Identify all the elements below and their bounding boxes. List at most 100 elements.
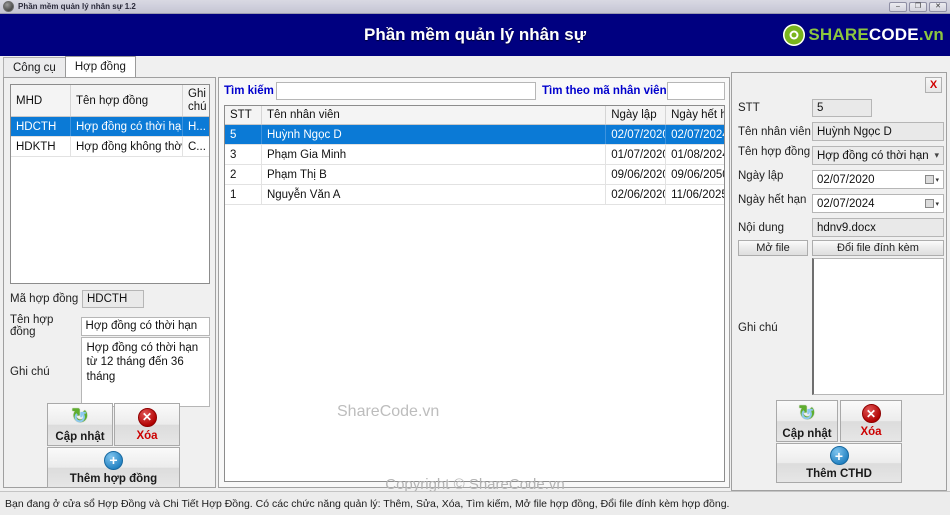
column-header-ngay-lap[interactable]: Ngày lập [606,106,667,124]
delete-circle-icon: ✕ [137,407,157,427]
column-header-ghi-chu[interactable]: Ghi chú [183,85,209,116]
input-ten-nhan-vien[interactable]: Huỳnh Ngọc D [812,122,944,141]
datepicker-ngay-het-han[interactable]: 02/07/2024 ▾ [812,194,944,213]
input-ma-hop-dong[interactable]: HDCTH [82,290,144,308]
update-button[interactable]: Cập nhật [776,400,838,442]
change-file-button-label: Đổi file đính kèm [837,242,919,254]
table-row[interactable]: 2 Phạm Thị B 09/06/2020 09/06/2050 [225,165,724,185]
table-row[interactable]: 1 Nguyễn Văn A 02/06/2020 11/06/2025 [225,185,724,205]
close-icon: ✕ [935,3,941,10]
update-button-label: Cập nhật [55,431,105,443]
window-title: Phần mềm quản lý nhân sự 1.2 [18,2,136,11]
cell-ten-hop-dong: Hợp đồng có thời hạn [71,117,183,136]
table-row[interactable]: 3 Phạm Gia Minh 01/07/2020 01/08/2024 [225,145,724,165]
cell-ngay-lap: 09/06/2020 [606,165,667,184]
tab-cong-cu-label: Công cụ [13,61,56,74]
cell-stt: 1 [225,185,262,204]
field-noi-dung: Nội dung hdnv9.docx [738,218,944,237]
field-stt: STT 5 [738,99,944,117]
column-header-ten-hop-dong[interactable]: Tên hợp đồng [71,85,183,116]
tab-cong-cu[interactable]: Công cụ [3,57,66,77]
maximize-button[interactable]: ❐ [909,1,927,12]
watermark-sharecode: ShareCode.vn [337,403,440,420]
textarea-ghi-chu[interactable] [812,258,944,395]
label-ngay-lap: Ngày lập [738,170,784,182]
label-ghi-chu: Ghi chú [10,366,50,378]
delete-button[interactable]: ✕ Xóa [114,403,180,446]
table-row[interactable]: HDCTH Hợp đồng có thời hạn H... [11,117,209,137]
datepicker-ngay-lap[interactable]: 02/07/2020 ▾ [812,170,944,189]
calendar-icon[interactable]: ▾ [925,175,939,184]
cell-ngay-het-han: 02/07/2024 [671,128,724,141]
window-titlebar: Phần mềm quản lý nhân sự 1.2 – ❐ ✕ [0,0,950,14]
textarea-ghi-chu[interactable]: Hợp đồng có thời hạn từ 12 tháng đến 36 … [80,337,210,407]
tab-hop-dong-label: Hợp đồng [74,61,126,73]
cell-ngay-het-han: 01/08/2024 [671,148,724,161]
cell-ten-nhan-vien: Phạm Gia Minh [262,145,607,164]
input-stt[interactable]: 5 [812,99,872,117]
logo-text-vn: .vn [918,25,944,44]
label-tim-theo-ma-nhan-vien: Tìm theo mã nhân viên [542,85,667,97]
cell-ngay-lap: 02/06/2020 [606,185,667,204]
label-ten-hop-dong: Tên hợp đồng [738,146,811,158]
input-ten-hop-dong[interactable]: Hợp đồng có thời hạn [80,316,210,336]
cell-ten-nhan-vien: Huỳnh Ngọc D [262,125,607,144]
change-file-button[interactable]: Đổi file đính kèm [812,240,944,256]
table-row[interactable]: HDKTH Hợp đồng không thời hạn C... [11,137,209,157]
column-header-ten-nhan-vien[interactable]: Tên nhân viên [262,106,607,124]
sharecode-logo: SHARECODE.vn [783,24,944,46]
close-detail-button[interactable]: X [925,77,942,93]
refresh-icon [69,406,91,428]
search-by-employee-code-input[interactable] [667,82,725,100]
label-ten-nhan-vien: Tên nhân viên [738,125,811,138]
field-ten-nhan-vien: Tên nhân viên Huỳnh Ngọc D [738,122,944,141]
label-noi-dung: Nội dung [738,221,785,234]
contract-detail-grid[interactable]: STT Tên nhân viên Ngày lập Ngày hết hạn … [224,105,725,482]
cell-ngay-lap: 01/07/2020 [606,145,667,164]
delete-button-label: Xóa [860,426,882,438]
sharecode-logo-icon [783,24,806,46]
minimize-icon: – [896,3,900,10]
update-button[interactable]: Cập nhật [47,403,113,446]
open-file-button-label: Mở file [756,242,790,254]
contract-type-panel: MHD Tên hợp đồng Ghi chú HDCTH Hợp đồng … [3,77,216,488]
column-header-mhd[interactable]: MHD [11,85,71,116]
datepicker-ngay-lap-value: 02/07/2020 [817,173,875,186]
cell-ten-hop-dong: Hợp đồng không thời hạn [71,137,183,156]
refresh-icon [796,403,818,425]
cell-stt: 3 [225,145,262,164]
label-ten-hop-dong: Tên hợp đồng [10,314,54,338]
tab-hop-dong[interactable]: Hợp đồng [64,56,136,77]
cell-mhd: HDCTH [11,117,71,136]
update-button-label: Cập nhật [782,427,832,440]
contract-detail-list-panel: Tìm kiếm Tìm theo mã nhân viên STT Tên n… [218,77,730,488]
close-button[interactable]: ✕ [929,1,947,12]
select-ten-hop-dong-value: Hợp đồng có thời hạn [817,149,929,162]
status-bar-text: Bạn đang ở cửa sổ Hợp Đồng và Chi Tiết H… [5,497,730,510]
label-stt: STT [738,102,760,114]
logo-text-share: SHARE [808,25,869,44]
open-file-button[interactable]: Mở file [738,240,808,256]
cell-ngay-lap: 02/07/2020 [606,125,667,144]
app-icon [3,1,14,12]
datepicker-ngay-het-han-value: 02/07/2024 [817,197,875,210]
cell-ghi-chu: C... [188,140,206,153]
column-header-ngay-het-han[interactable]: Ngày hết hạn [666,106,724,124]
minimize-button[interactable]: – [889,1,907,12]
delete-button[interactable]: ✕ Xóa [840,400,902,442]
field-ma-hop-dong: Mã hợp đồng HDCTH [10,290,210,308]
logo-text-code: CODE [868,25,919,44]
contract-type-grid[interactable]: MHD Tên hợp đồng Ghi chú HDCTH Hợp đồng … [10,84,210,284]
contract-detail-grid-header: STT Tên nhân viên Ngày lập Ngày hết hạn [225,106,724,125]
delete-circle-icon: ✕ [861,404,881,423]
cell-ten-nhan-vien: Phạm Thị B [262,165,607,184]
input-noi-dung[interactable]: hdnv9.docx [812,218,944,237]
cell-stt: 5 [225,125,262,144]
search-input[interactable] [276,82,536,100]
table-row[interactable]: 5 Huỳnh Ngọc D 02/07/2020 02/07/2024 [225,125,724,145]
label-tim-kiem: Tìm kiếm [224,85,274,97]
calendar-icon[interactable]: ▾ [925,199,939,208]
column-header-stt[interactable]: STT [225,106,262,124]
cell-mhd: HDKTH [11,137,71,156]
select-ten-hop-dong[interactable]: Hợp đồng có thời hạn ▾ [812,146,944,165]
